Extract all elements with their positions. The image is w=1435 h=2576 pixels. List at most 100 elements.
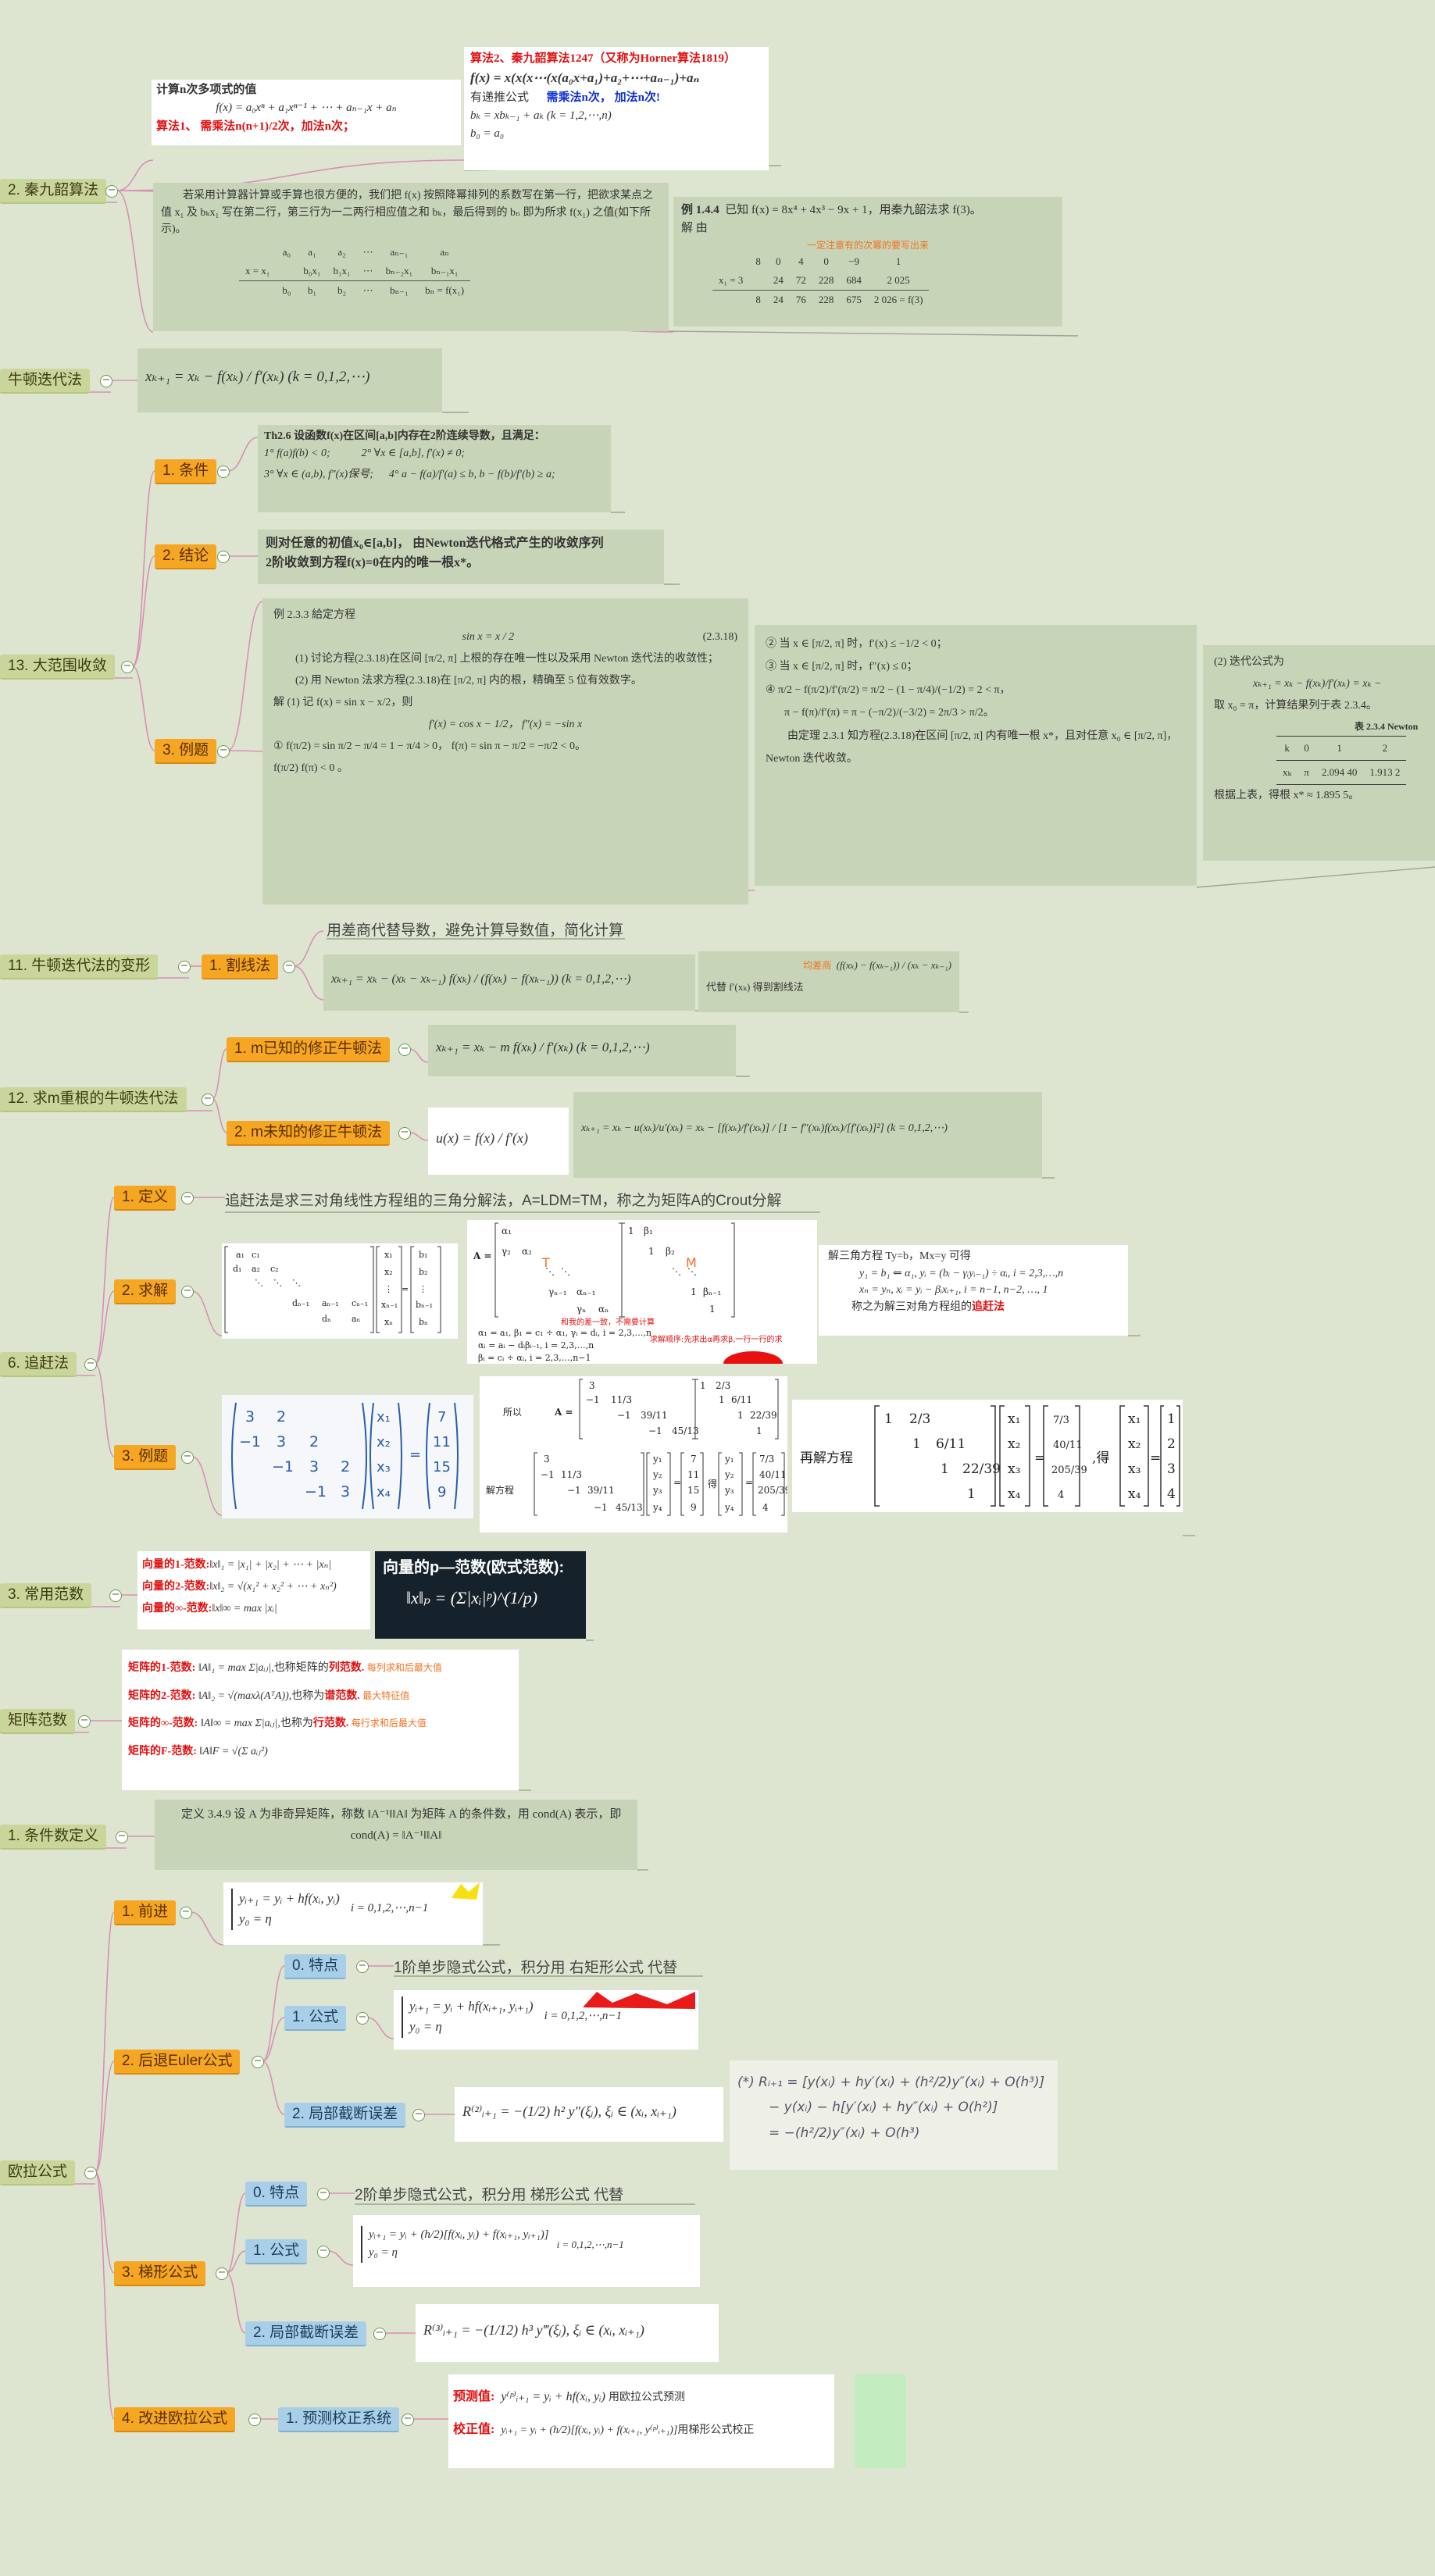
svg-text:aₙ: aₙ bbox=[352, 1314, 361, 1324]
collapse-toggle[interactable]: − bbox=[180, 1907, 192, 1919]
svg-text:2: 2 bbox=[1167, 1436, 1176, 1452]
collapse-toggle[interactable]: − bbox=[217, 466, 230, 478]
collapse-toggle[interactable]: − bbox=[116, 1831, 128, 1843]
topic-underline bbox=[1196, 866, 1435, 888]
collapse-toggle[interactable]: − bbox=[109, 1589, 122, 1602]
handwritten-derivation: (*) Rᵢ₊₁ = [y(xᵢ) + hy′(xᵢ) + (h²/2)y″(x… bbox=[730, 2060, 1058, 2170]
node-m-unknown[interactable]: 2. m未知的修正牛顿法 bbox=[227, 1121, 390, 1146]
node-condition-number[interactable]: 1. 条件数定义 bbox=[0, 1825, 107, 1850]
collapse-toggle[interactable]: − bbox=[121, 661, 134, 673]
x-var-1: x₁ bbox=[377, 1409, 391, 1425]
node-definition[interactable]: 1. 定义 bbox=[114, 1186, 177, 1211]
node-multiple-root[interactable]: 12. 求m重根的牛顿迭代法 bbox=[0, 1087, 187, 1112]
collapse-toggle[interactable]: − bbox=[84, 2167, 97, 2179]
svg-text:1: 1 bbox=[691, 1286, 697, 1297]
connector-line bbox=[95, 1363, 115, 1457]
chase-example-system: 3 2 −1 3 2 −1 3 2 −1 3 x₁ x₂ x₃ x₄ = 7 11 15 9 bbox=[231, 1402, 459, 1510]
collapse-toggle[interactable]: − bbox=[181, 1192, 194, 1204]
collapse-toggle[interactable]: − bbox=[317, 2188, 330, 2200]
connector-line bbox=[226, 2192, 246, 2274]
node-trapezoid[interactable]: 3. 梯形公式 bbox=[114, 2261, 206, 2286]
node-newton[interactable]: 牛顿迭代法 bbox=[0, 369, 91, 394]
chase-recurrence-2: αᵢ = aᵢ − dᵢβᵢ₋₁, i = 2,3,…,n bbox=[478, 1340, 594, 1350]
node-backward-euler[interactable]: 2. 后退Euler公式 bbox=[114, 2050, 241, 2075]
collapse-toggle[interactable]: − bbox=[317, 2246, 330, 2258]
svg-text:11/3: 11/3 bbox=[561, 1469, 582, 1480]
collapse-toggle[interactable]: − bbox=[217, 745, 230, 758]
node-trap-error[interactable]: 2. 局部截断误差 bbox=[245, 2321, 367, 2346]
collapse-toggle[interactable]: − bbox=[356, 1961, 369, 1973]
svg-text:3: 3 bbox=[589, 1380, 595, 1391]
predictor-label: 预测值: bbox=[453, 2390, 495, 2403]
svg-text:40/11: 40/11 bbox=[1053, 1440, 1082, 1451]
node-solve[interactable]: 2. 求解 bbox=[114, 1279, 177, 1304]
node-chase-example[interactable]: 3. 例题 bbox=[114, 1445, 177, 1470]
collapse-toggle[interactable]: − bbox=[100, 375, 112, 387]
node-newton-variant[interactable]: 11. 牛顿迭代法的变形 bbox=[0, 954, 159, 979]
collapse-toggle[interactable]: − bbox=[178, 961, 191, 973]
node-backward-feature[interactable]: 0. 特点 bbox=[284, 1954, 347, 1979]
collapse-toggle[interactable]: − bbox=[398, 1127, 411, 1140]
node-example[interactable]: 3. 例题 bbox=[155, 739, 217, 764]
collapse-toggle[interactable]: − bbox=[181, 1286, 194, 1298]
node-global-convergence[interactable]: 13. 大范围收敛 bbox=[0, 655, 115, 680]
node-trap-feature[interactable]: 0. 特点 bbox=[245, 2182, 308, 2207]
node-improved-euler[interactable]: 4. 改进欧拉公式 bbox=[114, 2407, 236, 2432]
node-predictor-corrector[interactable]: 1. 预测校正系统 bbox=[278, 2407, 400, 2432]
svg-text:b₁: b₁ bbox=[419, 1250, 427, 1260]
node-condition[interactable]: 1. 条件 bbox=[155, 459, 217, 484]
collapse-toggle[interactable]: − bbox=[373, 2328, 386, 2340]
mnorm-1-label: 矩阵的1-范数: bbox=[128, 1662, 196, 1674]
collapse-toggle[interactable]: − bbox=[105, 185, 118, 198]
collapse-toggle[interactable]: − bbox=[402, 2414, 414, 2426]
node-matrix-norm[interactable]: 矩阵范数 bbox=[0, 1709, 76, 1734]
collapse-toggle[interactable]: − bbox=[356, 2012, 369, 2025]
node-backward-formula[interactable]: 1. 公式 bbox=[284, 2006, 347, 2031]
hand-line-3: = −(h²/2)y″(xᵢ) + O(h³) bbox=[769, 2125, 920, 2141]
node-trap-formula[interactable]: 1. 公式 bbox=[245, 2239, 308, 2264]
connector-line bbox=[262, 1965, 285, 2062]
collapse-toggle[interactable]: − bbox=[398, 1044, 411, 1056]
trap-error-card: R⁽³⁾ᵢ₊₁ = −(1/12) h³ y‴(ξᵢ), ξᵢ ∈ (xᵢ, x… bbox=[416, 2304, 719, 2362]
collapse-toggle[interactable]: − bbox=[202, 1094, 214, 1106]
connector-line bbox=[226, 2272, 246, 2334]
backward-euler-1: yᵢ₊₁ = yᵢ + hf(xᵢ₊₁, yᵢ₊₁) bbox=[409, 1999, 534, 2014]
node-euler[interactable]: 欧拉公式 bbox=[0, 2160, 76, 2185]
collapse-toggle[interactable]: − bbox=[181, 1451, 194, 1464]
collapse-toggle[interactable]: − bbox=[283, 961, 295, 973]
collapse-toggle[interactable]: − bbox=[217, 551, 230, 563]
node-m-known[interactable]: 1. m已知的修正牛顿法 bbox=[227, 1037, 390, 1062]
svg-text:2: 2 bbox=[341, 1458, 350, 1475]
theorem-cond-3: 3° ∀x ∈ (a,b), f″(x)保号; bbox=[264, 469, 373, 481]
connector-line bbox=[95, 1911, 115, 2173]
vnorm-1-formula: ‖x‖₁ = |x₁| + |x₂| + ⋯ + |xₙ| bbox=[209, 1559, 332, 1571]
svg-text:β₁: β₁ bbox=[644, 1226, 653, 1236]
chase-example-decomposition-card: 所以 A = 3 −1 11/3 −1 39/11 −1 45/13 1 2/3 1 6/… bbox=[480, 1376, 787, 1532]
connector-line bbox=[293, 965, 324, 1001]
svg-text:β₂: β₂ bbox=[666, 1246, 675, 1257]
svg-text:x₄: x₄ bbox=[1128, 1486, 1141, 1502]
collapse-toggle[interactable]: − bbox=[84, 1358, 97, 1371]
node-vector-norm[interactable]: 3. 常用范数 bbox=[0, 1583, 92, 1608]
node-qinjiushao[interactable]: 2. 秦九韶算法 bbox=[0, 179, 107, 204]
svg-text:1: 1 bbox=[737, 1410, 744, 1421]
node-chase[interactable]: 6. 追赶法 bbox=[0, 1352, 77, 1377]
svg-text:2: 2 bbox=[309, 1433, 319, 1450]
rhs-2: 11 bbox=[433, 1434, 451, 1450]
collapse-toggle[interactable]: − bbox=[252, 2056, 264, 2068]
node-conclusion[interactable]: 2. 结论 bbox=[155, 544, 217, 569]
node-forward-euler[interactable]: 1. 前进 bbox=[114, 1900, 177, 1925]
green-highlight bbox=[855, 2374, 906, 2468]
crout-decomposition-card: A = α₁ γ₂ α₂ ⋱ ⋱ γₙ₋₁ αₙ₋₁ γₙ αₙ 1 β₁ 1 β₂ ⋱ ⋱ … bbox=[467, 1220, 817, 1364]
collapse-toggle[interactable]: − bbox=[412, 2109, 425, 2121]
node-backward-error[interactable]: 2. 局部截断误差 bbox=[284, 2103, 406, 2128]
node-secant[interactable]: 1. 割线法 bbox=[202, 954, 279, 979]
collapse-toggle[interactable]: − bbox=[78, 1715, 91, 1728]
theorem-title: Th2.6 设函数f(x)在区间[a,b]内存在2阶连续导数，且满足： bbox=[264, 430, 545, 442]
vnorm-2-label: 向量的2-范数: bbox=[142, 1581, 210, 1593]
collapse-toggle[interactable]: − bbox=[248, 2414, 261, 2426]
vnorm-2-formula: ‖x‖₂ = √(x₁² + x₂² + ⋯ + xₙ²) bbox=[209, 1581, 337, 1593]
collapse-toggle[interactable]: − bbox=[216, 2267, 228, 2280]
svg-text:⋱: ⋱ bbox=[255, 1278, 263, 1288]
svg-text:11/3: 11/3 bbox=[611, 1394, 632, 1405]
